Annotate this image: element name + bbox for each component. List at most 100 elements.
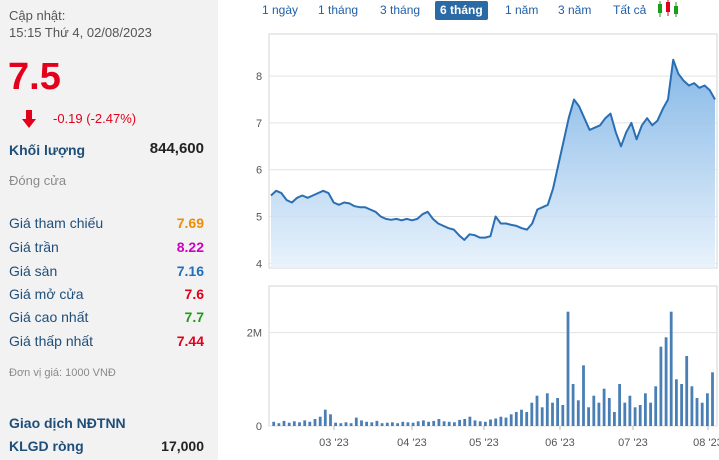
volume-bar [427,421,430,426]
range-button[interactable]: 3 tháng [375,1,425,20]
volume-bar [385,422,389,426]
price-y-tick-label: 8 [256,71,262,83]
volume-bar [649,402,652,426]
volume-bar [329,414,332,426]
volume-y-tick-label: 0 [256,421,262,433]
volume-bar [453,422,456,426]
x-tick-label: 06 '23 [545,437,575,449]
price-stat-label: Giá cao nhất [9,309,89,325]
volume-bar [416,421,420,426]
volume-bar [370,422,374,426]
volume-bar [447,421,451,426]
volume-bar [292,421,296,426]
volume-bar [282,420,286,426]
volume-bar [272,421,276,426]
volume-bar [308,421,312,426]
volume-value: 844,600 [149,140,204,157]
volume-bar [494,418,498,426]
net-volume-value: 17,000 [161,438,204,454]
volume-bar [700,402,704,426]
price-stat-label: Giá mở cửa [9,286,84,302]
range-button[interactable]: 3 năm [553,1,596,20]
range-button[interactable]: 1 ngày [257,1,303,20]
volume-bar [571,384,575,426]
volume-bar [675,379,678,426]
price-stat-label: Giá trần [9,239,59,255]
stock-info-panel: Cập nhật: 15:15 Thứ 4, 02/08/2023 7.5 -0… [0,0,218,460]
volume-bar [623,402,627,426]
volume-bar [354,417,358,426]
price-stat-value: 7.6 [184,286,204,302]
volume-bar [561,405,565,426]
price-stat-value: 7.7 [184,309,204,325]
volume-bar [638,405,642,426]
price-stat-label: Giá tham chiếu [9,215,104,231]
volume-bar [323,409,327,426]
volume-bar [690,386,694,426]
candlestick-chart-icon[interactable] [656,0,680,18]
volume-bar [587,407,590,426]
price-y-tick-label: 6 [256,165,262,177]
price-y-tick-label: 4 [256,258,262,270]
volume-bar [664,337,668,426]
volume-bar [669,311,673,426]
x-tick-label: 07 '23 [618,437,648,449]
volume-bar [391,422,394,426]
volume-bar [551,402,554,426]
volume-bar [406,422,410,426]
volume-bar [644,393,647,426]
volume-bar [566,311,570,426]
price-stat-label: Giá thấp nhất [9,333,94,349]
volume-bar [339,423,343,426]
volume-bar [442,421,446,426]
volume-bar [613,412,616,426]
volume-bar [468,416,472,426]
volume-bar [597,402,601,426]
price-unit-note: Đơn vị giá: 1000 VNĐ [9,367,116,379]
volume-bar [334,422,337,426]
range-button[interactable]: 1 năm [500,1,543,20]
volume-bar [489,419,492,426]
range-button[interactable]: 6 tháng [435,1,488,20]
volume-bar [582,365,585,426]
volume-bar [509,414,513,426]
net-volume-label: KLGD ròng [9,438,84,454]
price-stat-value: 7.69 [176,215,204,231]
volume-bar [535,395,539,426]
volume-bar [514,412,518,426]
market-status: Đóng cửa [9,173,67,188]
volume-bar [277,423,281,426]
volume-bar [520,409,523,426]
volume-bar [463,419,467,426]
volume-bar [607,398,611,426]
volume-bar [680,384,683,426]
range-button[interactable]: 1 tháng [313,1,363,20]
price-stat-value: 7.44 [176,333,204,349]
price-change: -0.19 (-2.47%) [53,111,137,126]
volume-bar [360,420,363,426]
x-tick-label: 04 '23 [397,437,427,449]
volume-bar [313,419,317,426]
price-area-fill [271,59,715,269]
volume-bar [318,416,322,426]
volume-bar [706,393,709,426]
price-y-tick-label: 7 [256,118,262,130]
volume-bar [576,400,580,426]
volume-bar [458,419,461,426]
range-button[interactable]: Tất cả [608,1,651,20]
volume-bar [375,420,379,426]
volume-bar [695,398,699,426]
volume-bar [349,423,353,426]
volume-bar [365,421,368,426]
volume-bar [530,402,534,426]
volume-bar [628,395,632,426]
volume-bar [303,420,307,426]
volume-bar [592,395,596,426]
price-stat-value: 8.22 [176,239,204,255]
update-label: Cập nhật: [9,8,66,23]
volume-bar [659,346,663,426]
volume-bar [478,421,482,426]
price-y-tick-label: 5 [256,212,262,224]
price-volume-chart: 4 5 6 7 8 0 2M 03 '23 04 '23 05 '23 06 '23 07 '23 08… [247,33,719,449]
price-down-arrow-icon [22,110,36,128]
